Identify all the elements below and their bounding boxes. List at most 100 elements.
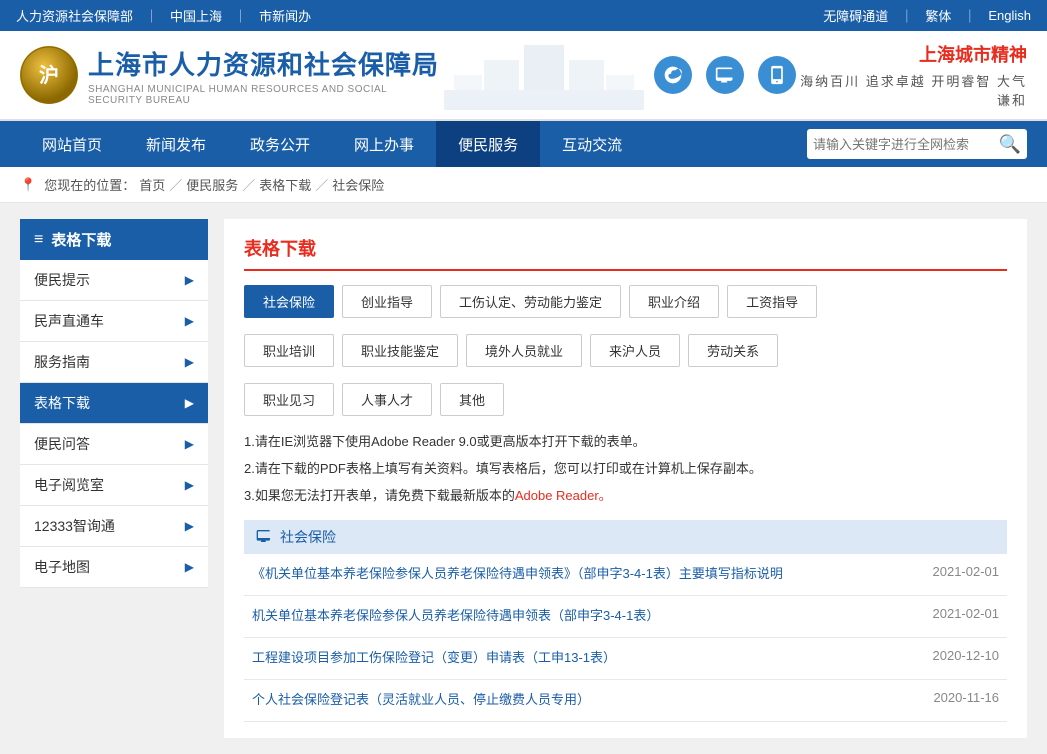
file-link-0[interactable]: 《机关单位基本养老保险参保人员养老保险待遇申领表》（部申字3-4-1表）主要填写… [244, 554, 907, 595]
table-row: 个人社会保险登记表（灵活就业人员、停止缴费人员专用） 2020-11-16 [244, 679, 1007, 721]
city-spirit-title: 上海城市精神 [796, 41, 1027, 67]
search-icon[interactable]: 🔍 [999, 134, 1021, 155]
adobe-reader-link[interactable]: Adobe Reader。 [515, 488, 612, 503]
nav-convenience[interactable]: 便民服务 [436, 121, 540, 167]
nav-interaction[interactable]: 互动交流 [540, 121, 644, 167]
sidebar-item-label: 服务指南 [34, 352, 90, 372]
category-tabs-row3: 职业见习 人事人才 其他 [244, 383, 1007, 416]
arrow-icon: ▶ [185, 478, 194, 492]
mobile-icon[interactable] [758, 56, 796, 94]
sidebar-item-forms[interactable]: 表格下载 ▶ [20, 383, 208, 424]
category-tabs-row1: 社会保险 创业指导 工伤认定、劳动能力鉴定 职业介绍 工资指导 [244, 285, 1007, 318]
cat-tab-labor[interactable]: 劳动关系 [688, 334, 778, 367]
breadcrumb-home[interactable]: 首页 [139, 175, 165, 194]
sidebar: ≡ 表格下载 便民提示 ▶ 民声直通车 ▶ 服务指南 ▶ 表格下载 ▶ 便民问答… [20, 219, 208, 738]
category-tabs-row2: 职业培训 职业技能鉴定 境外人员就业 来沪人员 劳动关系 [244, 334, 1007, 367]
svg-text:沪: 沪 [39, 63, 59, 87]
main-nav: 网站首页 新闻发布 政务公开 网上办事 便民服务 互动交流 🔍 [0, 121, 1047, 167]
sidebar-item-tips[interactable]: 便民提示 ▶ [20, 260, 208, 301]
sidebar-item-voice[interactable]: 民声直通车 ▶ [20, 301, 208, 342]
sidebar-header: ≡ 表格下载 [20, 219, 208, 260]
weibo-icon[interactable] [654, 56, 692, 94]
search-input[interactable] [813, 137, 999, 152]
breadcrumb: 📍 您现在的位置： 首页 ／ 便民服务 ／ 表格下载 ／ 社会保险 [0, 167, 1047, 203]
monitor-section-icon [256, 528, 272, 547]
table-row: 工程建设项目参加工伤保险登记（变更）申请表（工申13-1表） 2020-12-1… [244, 637, 1007, 679]
nav-home[interactable]: 网站首页 [20, 121, 124, 167]
logo-area: 沪 上海市人力资源和社会保障局 SHANGHAI MUNICIPAL HUMAN… [20, 45, 444, 106]
header-middle [444, 40, 796, 110]
sidebar-title: 表格下载 [51, 229, 111, 250]
traditional-chinese-link[interactable]: 繁体 [925, 6, 951, 25]
breadcrumb-convenience[interactable]: 便民服务 [186, 175, 238, 194]
menu-icon: ≡ [34, 231, 43, 249]
cat-tab-entrepreneurship[interactable]: 创业指导 [342, 285, 432, 318]
nav-search: 🔍 [807, 129, 1027, 159]
arrow-icon: ▶ [185, 437, 194, 451]
top-bar-left: 人力资源社会保障部 ｜ 中国上海 ｜ 市新闻办 [16, 6, 311, 25]
sidebar-item-guide[interactable]: 服务指南 ▶ [20, 342, 208, 383]
cat-tab-training[interactable]: 职业培训 [244, 334, 334, 367]
top-link-shanghai[interactable]: 中国上海 [170, 6, 222, 25]
cat-tab-talent[interactable]: 人事人才 [342, 383, 432, 416]
content-area: 表格下载 社会保险 创业指导 工伤认定、劳动能力鉴定 职业介绍 工资指导 职业培… [224, 219, 1027, 738]
file-link-3[interactable]: 个人社会保险登记表（灵活就业人员、停止缴费人员专用） [244, 679, 907, 721]
accessibility-link[interactable]: 无障碍通道 [823, 6, 888, 25]
sidebar-item-faq[interactable]: 便民问答 ▶ [20, 424, 208, 465]
sidebar-item-label: 民声直通车 [34, 311, 104, 331]
arrow-icon: ▶ [185, 396, 194, 410]
breadcrumb-label: 您现在的位置： [44, 175, 135, 194]
top-bar: 人力资源社会保障部 ｜ 中国上海 ｜ 市新闻办 无障碍通道 ｜ 繁体 ｜ Eng… [0, 0, 1047, 31]
instruction-3: 3.如果您无法打开表单，请免费下载最新版本的Adobe Reader。 [244, 486, 1007, 507]
arrow-icon: ▶ [185, 519, 194, 533]
file-date-3: 2020-11-16 [907, 679, 1007, 721]
monitor-icon[interactable] [706, 56, 744, 94]
file-link-2[interactable]: 工程建设项目参加工伤保险登记（变更）申请表（工申13-1表） [244, 637, 907, 679]
city-spirit-sub: 海纳百川 追求卓越 开明睿智 大气谦和 [796, 71, 1027, 109]
content-title: 表格下载 [244, 235, 1007, 271]
top-link-hrss[interactable]: 人力资源社会保障部 [16, 6, 133, 25]
logo-cn: 上海市人力资源和社会保障局 [88, 45, 444, 82]
breadcrumb-current: 社会保险 [332, 175, 384, 194]
header: 沪 上海市人力资源和社会保障局 SHANGHAI MUNICIPAL HUMAN… [0, 31, 1047, 121]
cat-tab-skill[interactable]: 职业技能鉴定 [342, 334, 458, 367]
file-date-2: 2020-12-10 [907, 637, 1007, 679]
section-title: 社会保险 [280, 527, 336, 547]
file-link-1[interactable]: 机关单位基本养老保险参保人员养老保险待遇申领表（部申字3-4-1表） [244, 596, 907, 638]
arrow-icon: ▶ [185, 560, 194, 574]
social-icons [654, 56, 796, 94]
file-table: 《机关单位基本养老保险参保人员养老保险待遇申领表》（部申字3-4-1表）主要填写… [244, 554, 1007, 721]
sidebar-item-label: 电子阅览室 [34, 475, 104, 495]
arrow-icon: ▶ [185, 355, 194, 369]
sidebar-item-label: 表格下载 [34, 393, 90, 413]
cat-tab-internship[interactable]: 职业见习 [244, 383, 334, 416]
section-header: 社会保险 [244, 520, 1007, 554]
nav-items: 网站首页 新闻发布 政务公开 网上办事 便民服务 互动交流 [20, 121, 807, 167]
nav-government[interactable]: 政务公开 [228, 121, 332, 167]
main-area: ≡ 表格下载 便民提示 ▶ 民声直通车 ▶ 服务指南 ▶ 表格下载 ▶ 便民问答… [0, 203, 1047, 754]
nav-online[interactable]: 网上办事 [332, 121, 436, 167]
top-bar-right: 无障碍通道 ｜ 繁体 ｜ English [823, 6, 1031, 25]
sidebar-item-label: 便民提示 [34, 270, 90, 290]
instructions: 1.请在IE浏览器下使用Adobe Reader 9.0或更高版本打开下载的表单… [244, 432, 1007, 506]
cat-tab-other[interactable]: 其他 [440, 383, 504, 416]
cat-tab-social-insurance[interactable]: 社会保险 [244, 285, 334, 318]
file-date-0: 2021-02-01 [907, 554, 1007, 595]
logo-en: SHANGHAI MUNICIPAL HUMAN RESOURCES AND S… [88, 84, 444, 106]
cat-tab-migrants[interactable]: 来沪人员 [590, 334, 680, 367]
breadcrumb-forms[interactable]: 表格下载 [259, 175, 311, 194]
cat-tab-foreign[interactable]: 境外人员就业 [466, 334, 582, 367]
sidebar-item-label: 电子地图 [34, 557, 90, 577]
english-link[interactable]: English [988, 8, 1031, 23]
table-row: 《机关单位基本养老保险参保人员养老保险待遇申领表》（部申字3-4-1表）主要填写… [244, 554, 1007, 595]
cat-tab-career[interactable]: 职业介绍 [629, 285, 719, 318]
top-link-news[interactable]: 市新闻办 [259, 6, 311, 25]
sidebar-item-label: 便民问答 [34, 434, 90, 454]
sidebar-item-reading[interactable]: 电子阅览室 ▶ [20, 465, 208, 506]
sidebar-item-12333[interactable]: 12333智询通 ▶ [20, 506, 208, 547]
cat-tab-injury[interactable]: 工伤认定、劳动能力鉴定 [440, 285, 621, 318]
instruction-2: 2.请在下载的PDF表格上填写有关资料。填写表格后，您可以打印或在计算机上保存副… [244, 459, 1007, 480]
nav-news[interactable]: 新闻发布 [124, 121, 228, 167]
cat-tab-salary[interactable]: 工资指导 [727, 285, 817, 318]
sidebar-item-map[interactable]: 电子地图 ▶ [20, 547, 208, 588]
